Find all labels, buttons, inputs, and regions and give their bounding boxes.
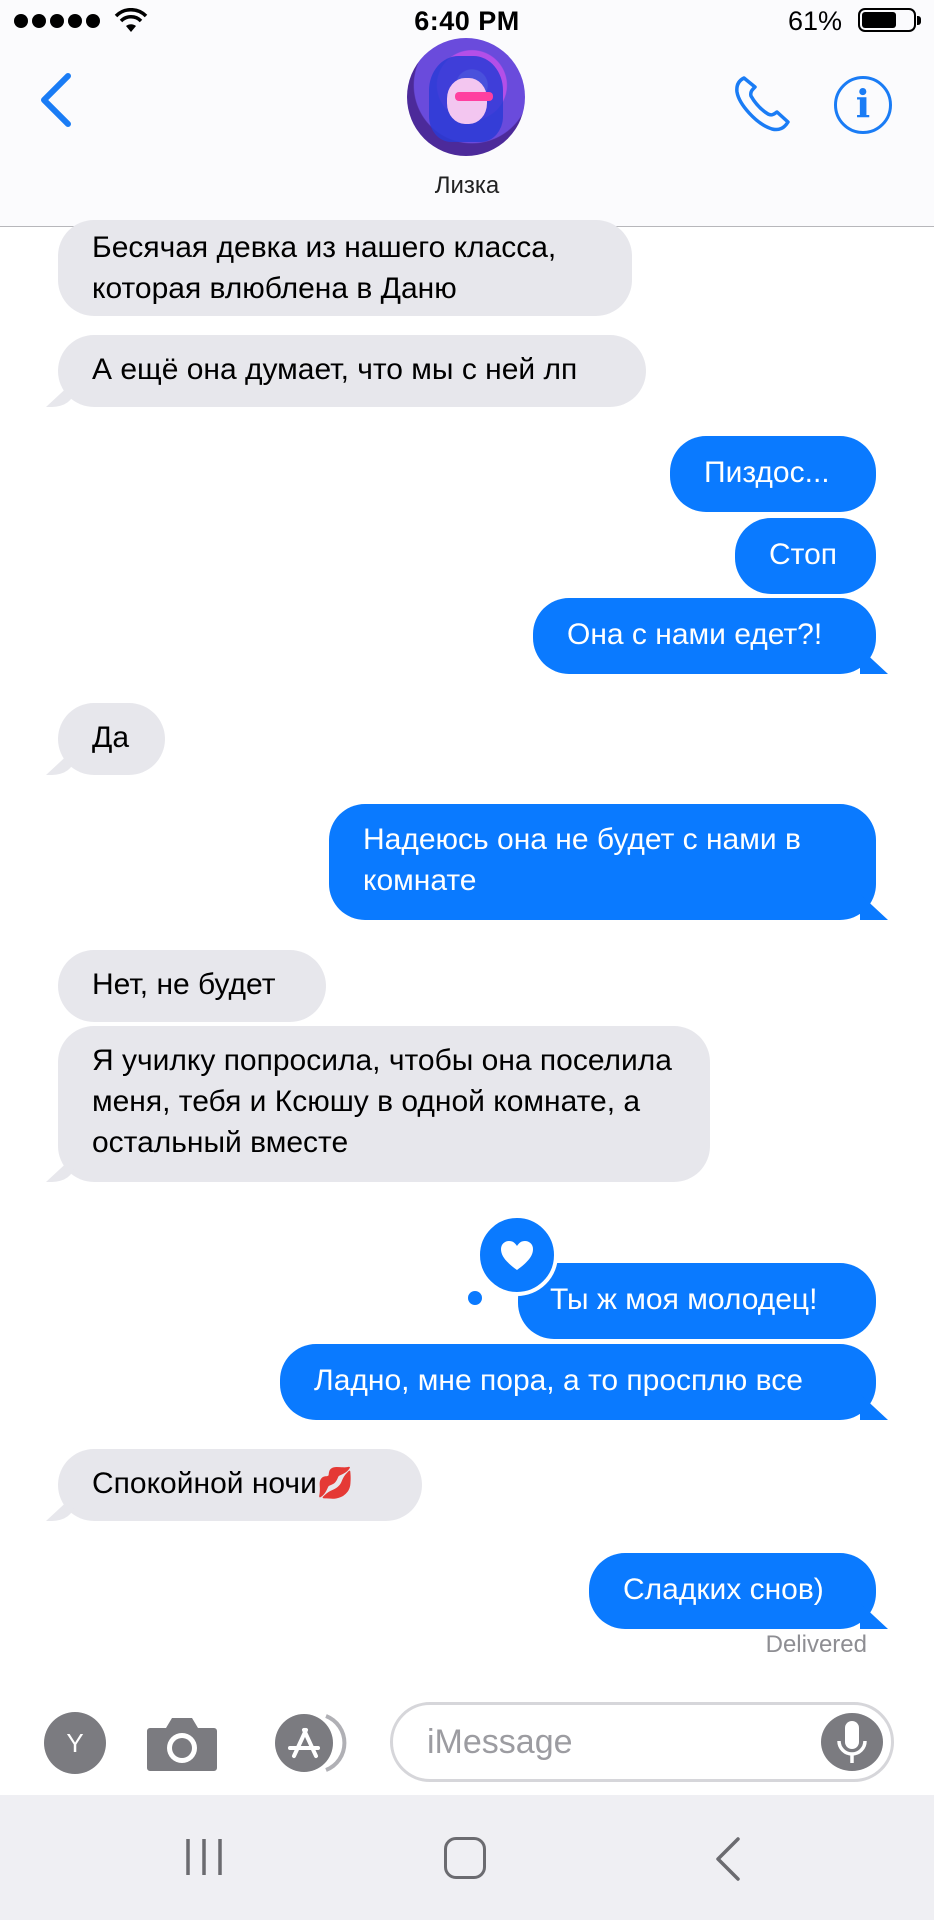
message-bubble-outgoing[interactable]: Пиздос...: [670, 436, 876, 512]
app-store-icon[interactable]: [266, 1712, 354, 1774]
message-bubble-incoming[interactable]: Бесячая девка из нашего класса, которая …: [58, 220, 632, 316]
battery-icon: [858, 8, 921, 32]
message-bubble-outgoing[interactable]: Надеюсь она не будет с нами в комнате: [329, 804, 876, 920]
message-list[interactable]: Бесячая девка из нашего класса, которая …: [0, 220, 934, 1701]
message-bubble-incoming[interactable]: Я училку попросила, чтобы она поселила м…: [58, 1026, 710, 1182]
message-bubble-outgoing[interactable]: Она с нами едет?!: [533, 598, 876, 674]
microphone-icon: [837, 1721, 867, 1763]
message-bubble-incoming[interactable]: А ещё она думает, что мы с ней лп: [58, 335, 646, 407]
system-navigation-bar: [0, 1795, 934, 1920]
message-bubble-incoming[interactable]: Спокойной ночи💋: [58, 1449, 422, 1521]
back-icon[interactable]: [712, 1835, 742, 1883]
message-bubble-outgoing[interactable]: Стоп: [735, 518, 876, 594]
tapback-bubble-dot: [466, 1289, 484, 1307]
info-button[interactable]: i: [834, 76, 892, 134]
status-bar: 6:40 PM 61%: [0, 0, 934, 44]
home-button[interactable]: [444, 1837, 486, 1879]
camera-icon[interactable]: [146, 1714, 218, 1772]
app-drawer-button[interactable]: Y: [44, 1712, 106, 1774]
delivery-status: Delivered: [765, 1631, 867, 1658]
tapback-bubble[interactable]: [476, 1214, 558, 1296]
message-bubble-outgoing[interactable]: Ладно, мне пора, а то просплю все: [280, 1344, 876, 1420]
compose-bar: Y iMessage: [0, 1700, 934, 1795]
chevron-left-icon[interactable]: [32, 68, 82, 132]
heart-icon: [501, 1241, 533, 1270]
microphone-button[interactable]: [821, 1713, 883, 1771]
contact-avatar[interactable]: [407, 38, 525, 156]
recent-apps-icon[interactable]: [184, 1837, 224, 1877]
message-bubble-outgoing[interactable]: Сладких снов): [589, 1553, 876, 1629]
imessage-placeholder: iMessage: [427, 1723, 573, 1761]
imessage-input[interactable]: iMessage: [390, 1702, 894, 1782]
phone-icon[interactable]: [730, 72, 794, 136]
contact-name[interactable]: Лизка: [0, 172, 934, 200]
battery-percent: 61%: [787, 6, 842, 36]
message-bubble-outgoing[interactable]: Ты ж моя молодец!: [518, 1263, 876, 1339]
message-bubble-incoming[interactable]: Нет, не будет: [58, 950, 326, 1022]
message-bubble-incoming[interactable]: Да: [58, 703, 165, 775]
